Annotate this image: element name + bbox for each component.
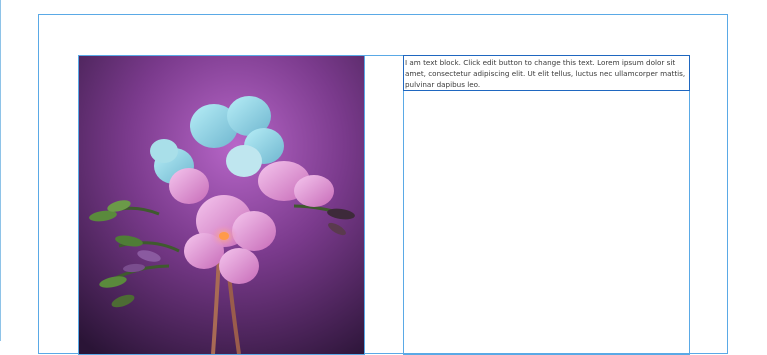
spacer-column[interactable] — [365, 55, 403, 355]
text-column[interactable]: I am text block. Click edit button to ch… — [403, 55, 690, 355]
image-column[interactable] — [78, 55, 365, 355]
editor-edge-guide — [0, 0, 1, 341]
freesia-flower-image[interactable] — [79, 56, 364, 354]
text-editor-widget[interactable]: I am text block. Click edit button to ch… — [403, 55, 690, 91]
